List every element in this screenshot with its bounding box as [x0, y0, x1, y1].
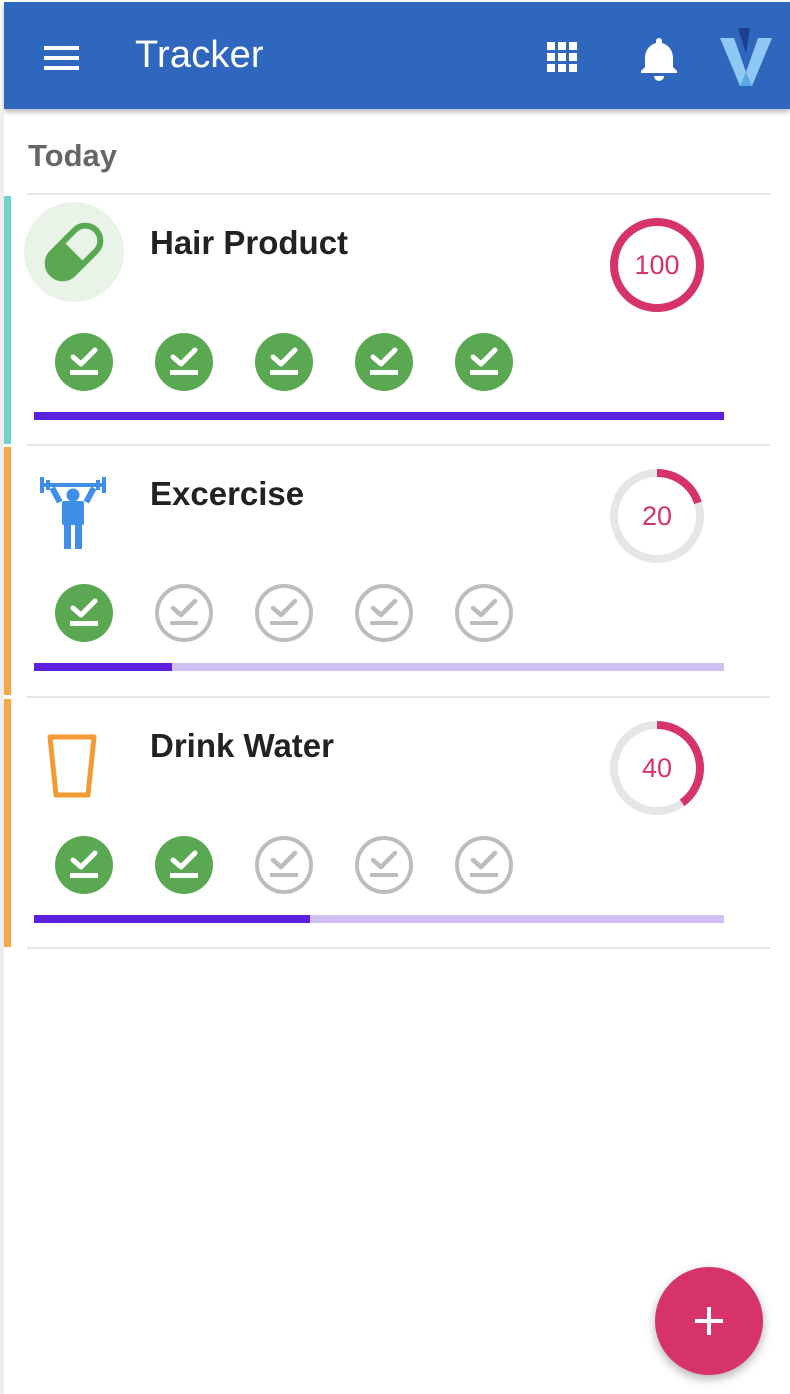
check-pending-icon[interactable]	[354, 583, 414, 643]
progress-bar-fill	[34, 412, 724, 420]
water-glass-icon	[24, 705, 124, 805]
habit-name: Drink Water	[150, 727, 334, 764]
check-done-icon[interactable]	[254, 332, 314, 392]
card-accent	[4, 196, 11, 444]
check-pending-icon[interactable]	[254, 835, 314, 895]
check-pending-icon[interactable]	[254, 583, 314, 643]
progress-ring: 100	[608, 216, 706, 314]
check-done-icon[interactable]	[354, 332, 414, 392]
app-title: Tracker	[135, 34, 264, 76]
progress-bar	[34, 663, 724, 671]
divider	[27, 696, 770, 698]
progress-bar-fill	[34, 915, 310, 923]
check-done-icon[interactable]	[454, 332, 514, 392]
habit-name: Excercise	[150, 475, 305, 512]
habit-card-drink-water[interactable]: Drink Water 40	[4, 699, 790, 949]
check-done-icon[interactable]	[54, 332, 114, 392]
habit-card-excercise[interactable]: Excercise 20	[4, 447, 790, 697]
progress-ring: 20	[608, 467, 706, 565]
card-accent	[4, 447, 11, 695]
progress-percent: 20	[641, 500, 673, 531]
bell-icon[interactable]	[634, 34, 684, 82]
habit-name: Hair Product	[150, 224, 349, 261]
add-habit-button[interactable]	[655, 1267, 763, 1375]
progress-bar	[34, 915, 724, 923]
check-pending-icon[interactable]	[154, 583, 214, 643]
progress-percent: 100	[634, 249, 680, 280]
divider	[27, 444, 770, 446]
habit-card-hair-product[interactable]: Hair Product 100	[4, 196, 790, 446]
section-title-today: Today	[28, 138, 117, 173]
check-done-icon[interactable]	[54, 583, 114, 643]
check-done-icon[interactable]	[54, 835, 114, 895]
progress-bar-fill	[34, 663, 172, 671]
check-pending-icon[interactable]	[454, 583, 514, 643]
progress-ring: 40	[608, 719, 706, 817]
card-accent	[4, 699, 11, 947]
v-logo-icon[interactable]	[716, 24, 778, 90]
weightlifter-icon	[24, 453, 124, 553]
check-done-icon[interactable]	[154, 835, 214, 895]
app-bar: Tracker	[4, 2, 790, 109]
progress-percent: 40	[641, 752, 673, 783]
check-done-icon[interactable]	[154, 332, 214, 392]
check-pending-icon[interactable]	[454, 835, 514, 895]
progress-bar	[34, 412, 724, 420]
pill-icon	[24, 202, 124, 302]
plus-icon	[695, 1307, 723, 1335]
divider	[27, 193, 770, 195]
apps-grid-icon[interactable]	[544, 38, 588, 78]
divider	[27, 947, 770, 949]
check-pending-icon[interactable]	[354, 835, 414, 895]
hamburger-menu-icon[interactable]	[38, 38, 84, 78]
